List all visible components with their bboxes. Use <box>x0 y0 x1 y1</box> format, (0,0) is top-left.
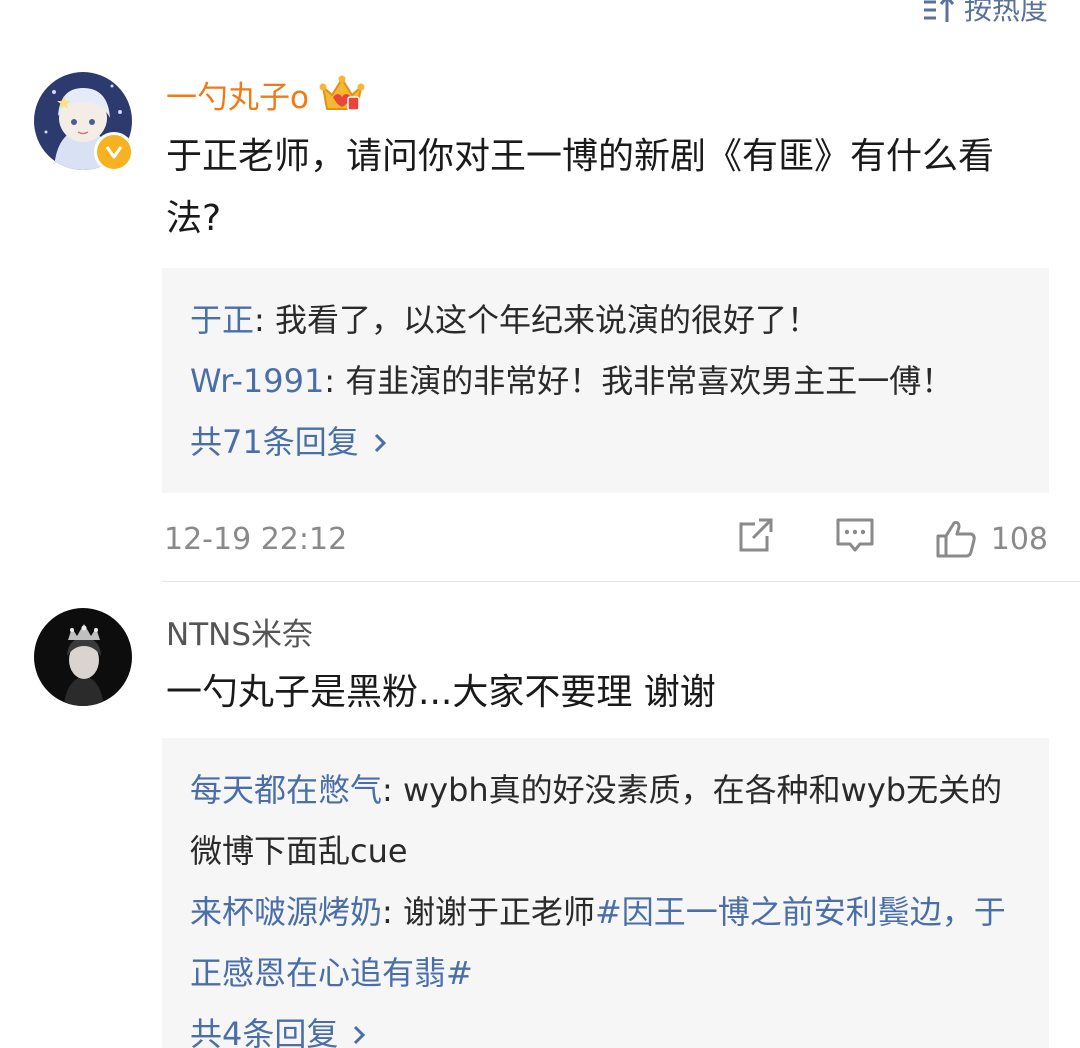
comment-content: 一勺丸子是黑粉...大家不要理 谢谢 <box>166 672 716 713</box>
chevron-right-icon <box>352 1023 366 1047</box>
reply-separator: : <box>254 301 275 339</box>
username[interactable]: 一勺丸子o <box>166 72 365 116</box>
username-text: NTNS米奈 <box>166 616 313 653</box>
reply-item[interactable]: 每天都在憋气: wybh真的好没素质，在各种和wyb无关的微博下面乱cue <box>190 760 1021 882</box>
reply-item[interactable]: Wr-1991: 有韭演的非常好！我非常喜欢男主王一傅！ <box>190 351 1021 412</box>
view-all-replies-link[interactable]: 共4条回复 <box>190 1004 1021 1048</box>
reply-button[interactable] <box>835 516 875 562</box>
reply-item[interactable]: 于正: 我看了，以这个年纪来说演的很好了！ <box>190 290 1021 351</box>
comment-meta-row: 12-19 22:12 108 <box>164 514 1048 564</box>
like-button[interactable]: 108 <box>935 519 1048 559</box>
reply-author[interactable]: Wr-1991 <box>190 362 324 400</box>
username-text: 一勺丸子o <box>166 79 309 116</box>
more-replies-label: 共71条回复 <box>190 423 359 461</box>
reply-text: 我看了，以这个年纪来说演的很好了！ <box>274 301 819 339</box>
verified-badge-icon <box>94 132 134 172</box>
chevron-right-icon <box>373 431 387 455</box>
reply-preview-box[interactable]: 于正: 我看了，以这个年纪来说演的很好了！ Wr-1991: 有韭演的非常好！我… <box>162 268 1049 493</box>
crown-icon[interactable] <box>319 73 365 115</box>
divider <box>162 581 1080 582</box>
like-icon <box>935 519 977 559</box>
comment-page: 按热度 一勺丸子o 于正老师，请问你对王一博的新剧《有匪》有什么看法? 于正: … <box>0 0 1080 1048</box>
username[interactable]: NTNS米奈 <box>166 608 313 654</box>
reply-author[interactable]: 每天都在憋气 <box>190 771 382 809</box>
sort-label: 按热度 <box>963 0 1048 26</box>
reply-separator: : <box>324 362 346 400</box>
reply-separator: : <box>382 771 403 809</box>
more-replies-label: 共4条回复 <box>190 1015 339 1048</box>
reply-author[interactable]: 来杯啵源烤奶 <box>190 893 382 931</box>
comment-content: 于正老师，请问你对王一博的新剧《有匪》有什么看法? <box>166 136 995 239</box>
reply-preview-box[interactable]: 每天都在憋气: wybh真的好没素质，在各种和wyb无关的微博下面乱cue 来杯… <box>162 738 1049 1048</box>
reply-author[interactable]: 于正 <box>190 301 254 339</box>
avatar[interactable] <box>34 72 134 172</box>
reply-text: 有韭演的非常好！我非常喜欢男主王一傅！ <box>345 362 954 400</box>
sort-by-hot-button[interactable]: 按热度 <box>922 0 1048 28</box>
sort-icon <box>922 0 956 24</box>
share-icon <box>737 516 775 562</box>
share-button[interactable] <box>737 516 775 562</box>
reply-text: 谢谢于正老师 <box>402 893 595 931</box>
comment-icon <box>835 516 875 562</box>
like-count: 108 <box>990 521 1048 557</box>
view-all-replies-link[interactable]: 共71条回复 <box>190 412 1021 473</box>
reply-item[interactable]: 来杯啵源烤奶: 谢谢于正老师#因王一博之前安利鬓边，于正感恩在心追有翡# <box>190 882 1021 1004</box>
timestamp: 12-19 22:12 <box>164 521 348 557</box>
avatar[interactable] <box>34 608 132 706</box>
reply-separator: : <box>382 893 403 931</box>
